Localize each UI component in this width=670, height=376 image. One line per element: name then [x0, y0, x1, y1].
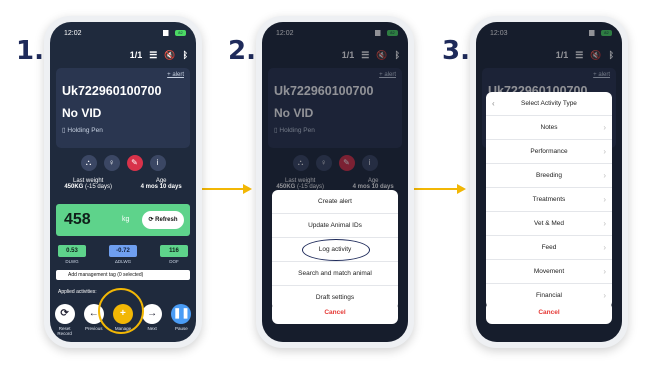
- last-weight-stat: Last weight 450KG (-15 days): [64, 178, 112, 190]
- add-management-tag-button[interactable]: Add management tag (0 selected): [56, 270, 190, 280]
- battery-icon: 82: [175, 30, 186, 36]
- top-toolbar: 1/1 ☰ 🔇 ᛒ: [130, 50, 188, 60]
- cancel-button[interactable]: Cancel: [272, 302, 398, 324]
- location-label: ▯ Holding Pen: [62, 126, 103, 134]
- step-number-2: 2.: [228, 36, 256, 66]
- activity-type-sheet: ‹ Select Activity Type Notes › Performanc…: [486, 92, 612, 308]
- highlight-circle: [98, 288, 144, 334]
- phone-screen-2: 12:02 82 1/1 ☰ 🔇 ᛒ + alert Uk72296010070…: [262, 22, 408, 342]
- syringe-icon[interactable]: ✎: [126, 155, 143, 171]
- weight-display: 458 kg ⟳ Refresh: [56, 204, 190, 236]
- log-activity-option[interactable]: Log activity: [272, 238, 398, 262]
- metrics-row: 0.53 DLWG -0.72 ΔDLWG 116 DOF: [58, 245, 188, 264]
- animal-id: Uk722960100700: [62, 84, 162, 98]
- page-counter: 1/1: [129, 50, 143, 60]
- list-icon[interactable]: ☰: [149, 50, 157, 60]
- step-number-3: 3.: [442, 36, 470, 66]
- phone-frame-3: 12:03 82 1/1 ☰ 🔇 ᛒ + alert Uk72296010070…: [470, 16, 628, 348]
- arrow-right-icon: [200, 184, 252, 194]
- info-icon[interactable]: i: [149, 155, 166, 171]
- phone-frame-1: 12:02 82 1/1 ☰ 🔇 ᛒ + alert Uk72296010070…: [44, 16, 202, 348]
- activity-type-feed[interactable]: Feed ›: [486, 236, 612, 260]
- refresh-button[interactable]: ⟳ Refresh: [142, 211, 184, 229]
- phone-screen-3: 12:03 82 1/1 ☰ 🔇 ᛒ + alert Uk72296010070…: [476, 22, 622, 342]
- cancel-button[interactable]: Cancel: [486, 302, 612, 324]
- step-number-1: 1.: [16, 36, 44, 66]
- animal-vid: No VID: [62, 106, 102, 120]
- activity-type-notes[interactable]: Notes ›: [486, 116, 612, 140]
- activity-type-breeding[interactable]: Breeding ›: [486, 164, 612, 188]
- chevron-right-icon: ›: [603, 123, 606, 132]
- metric-dlwg: 0.53 DLWG: [58, 245, 86, 264]
- age-value: 4 mos 10 days: [140, 184, 182, 190]
- chevron-right-icon: ›: [603, 195, 606, 204]
- gender-icon[interactable]: ♀: [103, 155, 120, 171]
- status-bar: 12:02 82: [64, 28, 186, 38]
- arrow-right-icon: →: [142, 304, 163, 324]
- weight-unit: kg: [122, 216, 130, 223]
- reset-record-button[interactable]: ⟳ Reset Record: [52, 304, 78, 336]
- activity-type-treatments[interactable]: Treatments ›: [486, 188, 612, 212]
- metric-delta-dlwg: -0.72 ΔDLWG: [109, 245, 137, 264]
- add-alert-link[interactable]: + alert: [167, 72, 184, 78]
- activity-type-header: ‹ Select Activity Type: [486, 92, 612, 116]
- chevron-right-icon: ›: [603, 147, 606, 156]
- phone-screen-1: 12:02 82 1/1 ☰ 🔇 ᛒ + alert Uk72296010070…: [50, 22, 196, 342]
- chevron-right-icon: ›: [603, 267, 606, 276]
- signal-icon: [163, 30, 172, 36]
- reset-icon: ⟳: [54, 304, 75, 324]
- update-animal-ids-option[interactable]: Update Animal IDs: [272, 214, 398, 238]
- last-weight-value: 450KG: [64, 184, 84, 190]
- weight-value: 458: [64, 211, 91, 228]
- animal-stats: Last weight 450KG (-15 days) Age 4 mos 1…: [50, 178, 196, 190]
- section-tabs: ⛬ ♀ ✎ i: [50, 155, 196, 171]
- hierarchy-icon[interactable]: ⛬: [80, 155, 97, 171]
- activity-type-movement[interactable]: Movement ›: [486, 260, 612, 284]
- highlight-ellipse: [302, 239, 370, 261]
- activity-type-performance[interactable]: Performance ›: [486, 140, 612, 164]
- location-text: Holding Pen: [67, 127, 103, 134]
- pause-button[interactable]: ❚❚ Pause: [168, 304, 194, 331]
- search-match-animal-option[interactable]: Search and match animal: [272, 262, 398, 286]
- chevron-right-icon: ›: [603, 219, 606, 228]
- metric-dof: 116 DOF: [160, 245, 188, 264]
- animal-header-card: + alert Uk722960100700 No VID ▯ Holding …: [56, 68, 190, 148]
- back-chevron-icon[interactable]: ‹: [492, 92, 495, 116]
- age-stat: Age 4 mos 10 days: [141, 178, 182, 190]
- chevron-right-icon: ›: [603, 243, 606, 252]
- chevron-right-icon: ›: [603, 171, 606, 180]
- activity-type-vet-med[interactable]: Vet & Med ›: [486, 212, 612, 236]
- manage-action-sheet: Create alert Update Animal IDs Log activ…: [272, 190, 398, 310]
- status-time: 12:02: [64, 29, 82, 37]
- activity-type-title: Select Activity Type: [521, 100, 577, 107]
- bluetooth-icon[interactable]: ᛒ: [183, 50, 188, 60]
- phone-frame-2: 12:02 82 1/1 ☰ 🔇 ᛒ + alert Uk72296010070…: [256, 16, 414, 348]
- last-weight-ago: (-15 days): [85, 184, 113, 190]
- applied-activities-label: Applied activities:: [58, 289, 97, 295]
- mute-icon[interactable]: 🔇: [164, 50, 175, 60]
- arrow-right-icon: [414, 184, 466, 194]
- pause-icon: ❚❚: [171, 304, 192, 324]
- create-alert-option[interactable]: Create alert: [272, 190, 398, 214]
